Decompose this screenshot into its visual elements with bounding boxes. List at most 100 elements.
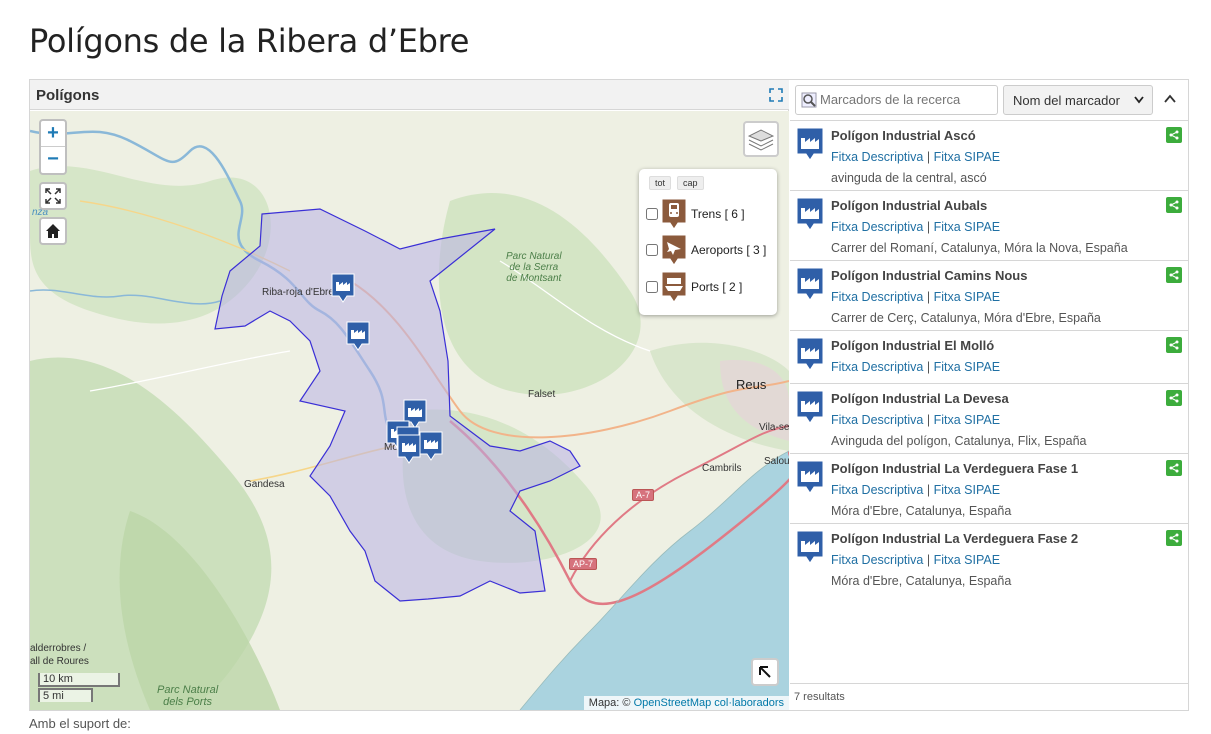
share-button[interactable] [1166,337,1182,353]
factory-icon [796,390,824,424]
item-address: avinguda de la central, ascó [831,171,987,185]
map-attribution: Mapa: © OpenStreetMap col·laboradors [583,696,789,710]
map-title: Polígons [36,87,100,104]
item-name[interactable]: Polígon Industrial Ascó [831,128,976,143]
item-address: Carrer del Romaní, Catalunya, Móra la No… [831,241,1128,255]
legend-label-trains: Trens [ 6 ] [691,207,745,221]
fitxa-sipae-link[interactable]: Fitxa SIPAE [934,553,1000,567]
scale-mi: 5 mi [38,688,93,702]
factory-icon [796,460,824,494]
legend-row-ports[interactable]: Ports [ 2 ] [646,271,742,303]
share-icon [1169,200,1179,210]
map-canvas[interactable]: Riba-roja d'Ebre Gandesa Falset Reus Cam… [30,111,789,710]
label-gandesa: Gandesa [244,479,285,490]
share-button[interactable] [1166,530,1182,546]
zoom-out-button[interactable]: − [41,147,65,173]
zoom-control: + − [39,119,67,175]
list-item[interactable]: Polígon Industrial Camins Nous Fitxa Des… [790,261,1188,331]
road-a7: A-7 [632,489,655,501]
list-item[interactable]: Polígon Industrial Aubals Fitxa Descript… [790,191,1188,261]
osm-link[interactable]: OpenStreetMap col·laboradors [634,697,784,709]
factory-icon [796,127,824,161]
fit-bounds-button[interactable] [39,182,67,210]
legend-row-airports[interactable]: Aeroports [ 3 ] [646,234,766,266]
item-name[interactable]: Polígon Industrial Camins Nous [831,268,1027,283]
list-item[interactable]: Polígon Industrial La Verdeguera Fase 2 … [790,524,1188,594]
item-links: Fitxa Descriptiva | Fitxa SIPAE [831,553,1000,567]
airports-checkbox[interactable] [646,244,658,256]
list-item[interactable]: Polígon Industrial Ascó Fitxa Descriptiv… [790,121,1188,191]
locate-button[interactable] [751,658,779,686]
item-address: Móra d'Ebre, Catalunya, España [831,574,1012,588]
ports-checkbox[interactable] [646,281,658,293]
select-none-button[interactable]: cap [677,176,704,190]
fitxa-descriptiva-link[interactable]: Fitxa Descriptiva [831,360,923,374]
attribution-prefix: Mapa: © [588,697,634,709]
fitxa-descriptiva-link[interactable]: Fitxa Descriptiva [831,553,923,567]
fitxa-descriptiva-link[interactable]: Fitxa Descriptiva [831,413,923,427]
fitxa-descriptiva-link[interactable]: Fitxa Descriptiva [831,483,923,497]
factory-marker[interactable] [419,431,443,461]
fitxa-sipae-link[interactable]: Fitxa SIPAE [934,360,1000,374]
fitxa-descriptiva-link[interactable]: Fitxa Descriptiva [831,290,923,304]
layers-icon [748,129,774,151]
item-name[interactable]: Polígon Industrial La Verdeguera Fase 2 [831,531,1078,546]
link-separator: | [926,413,931,427]
item-name[interactable]: Polígon Industrial La Verdeguera Fase 1 [831,461,1078,476]
item-name[interactable]: Polígon Industrial Aubals [831,198,987,213]
fullscreen-icon[interactable] [769,88,783,102]
share-icon [1169,533,1179,543]
share-icon [1169,270,1179,280]
search-box [795,85,998,115]
share-button[interactable] [1166,267,1182,283]
factory-marker[interactable] [346,321,370,351]
sort-select-value: Nom del marcador [1013,93,1120,108]
fitxa-descriptiva-link[interactable]: Fitxa Descriptiva [831,220,923,234]
factory-marker[interactable] [331,273,355,303]
share-icon [1169,393,1179,403]
list-item[interactable]: Polígon Industrial El Molló Fitxa Descri… [790,331,1188,384]
list-toolbar: Nom del marcador [790,80,1188,121]
home-button[interactable] [39,217,67,245]
factory-icon [796,197,824,231]
fitxa-descriptiva-link[interactable]: Fitxa Descriptiva [831,150,923,164]
results-count: 7 resultats [790,683,1188,710]
layers-button[interactable] [743,121,779,157]
item-address: Avinguda del polígon, Catalunya, Flix, E… [831,434,1087,448]
expand-icon [45,188,61,204]
share-button[interactable] [1166,460,1182,476]
zoom-in-button[interactable]: + [41,121,65,147]
label-falset: Falset [528,389,556,400]
category-legend: tot cap Trens [ 6 ] Aeroports [ 3 ] Port… [639,169,777,315]
label-cambrils: Cambrils [702,463,742,474]
share-button[interactable] [1166,127,1182,143]
factory-icon [796,267,824,301]
list-item[interactable]: Polígon Industrial La Verdeguera Fase 1 … [790,454,1188,524]
link-separator: | [926,150,931,164]
fitxa-sipae-link[interactable]: Fitxa SIPAE [934,483,1000,497]
sort-select[interactable]: Nom del marcador [1003,85,1153,115]
trains-checkbox[interactable] [646,208,658,220]
item-name[interactable]: Polígon Industrial La Devesa [831,391,1009,406]
fitxa-sipae-link[interactable]: Fitxa SIPAE [934,290,1000,304]
fitxa-sipae-link[interactable]: Fitxa SIPAE [934,413,1000,427]
chevron-up-icon[interactable] [1164,94,1176,104]
factory-marker[interactable] [397,434,421,464]
share-button[interactable] [1166,390,1182,406]
home-icon [46,224,60,238]
train-icon [661,198,687,230]
legend-label-airports: Aeroports [ 3 ] [691,243,767,257]
share-button[interactable] [1166,197,1182,213]
legend-label-ports: Ports [ 2 ] [691,280,743,294]
legend-row-trains[interactable]: Trens [ 6 ] [646,198,745,230]
item-name[interactable]: Polígon Industrial El Molló [831,338,994,353]
airplane-icon [661,234,687,266]
scale-bar: 10 km 5 mi [38,673,120,702]
fitxa-sipae-link[interactable]: Fitxa SIPAE [934,150,1000,164]
map-header: Polígons [30,80,789,110]
fitxa-sipae-link[interactable]: Fitxa SIPAE [934,220,1000,234]
search-input[interactable] [820,92,992,107]
select-all-button[interactable]: tot [649,176,672,190]
list-item[interactable]: Polígon Industrial La Devesa Fitxa Descr… [790,384,1188,454]
link-separator: | [926,220,931,234]
